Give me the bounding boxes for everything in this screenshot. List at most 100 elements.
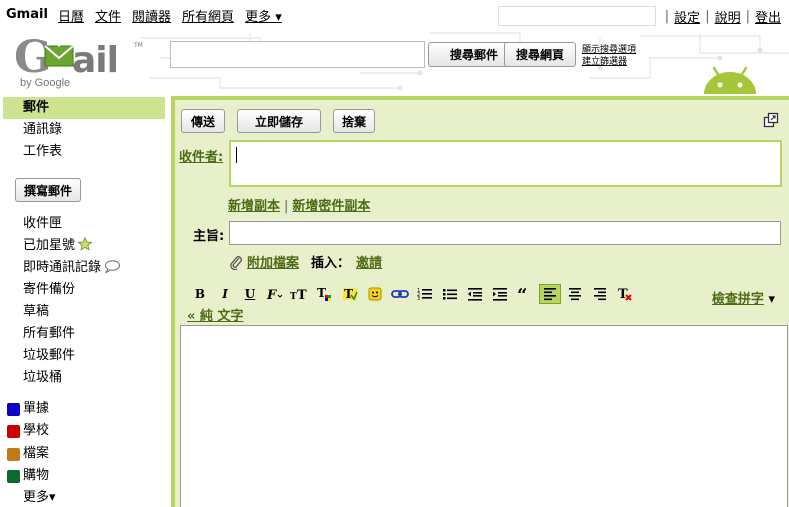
label-name: 檔案 — [23, 446, 50, 461]
blockquote-icon[interactable]: “ — [514, 284, 536, 304]
align-left-icon[interactable] — [539, 284, 561, 304]
svg-text:“: “ — [517, 287, 527, 301]
add-cc-link[interactable]: 新增副本 — [228, 199, 280, 214]
top-bar: Gmail 日曆 文件 閱讀器 所有網頁 更多 ▾ | 設定 | 說明 | 登出 — [0, 0, 789, 28]
gmail-logo[interactable]: G ail TM by Google — [14, 32, 143, 92]
gmail-brand[interactable]: Gmail — [6, 7, 48, 22]
search-web-button[interactable]: 搜尋網頁 — [504, 42, 576, 67]
android-icon — [704, 66, 756, 94]
attach-row: 附加檔案 插入： 邀請 — [229, 252, 382, 271]
text-cursor — [236, 147, 237, 163]
bold-icon[interactable]: B — [189, 284, 211, 304]
bulleted-list-icon[interactable] — [439, 284, 461, 304]
align-center-icon[interactable] — [564, 284, 586, 304]
top-right-links: | 設定 | 說明 | 登出 — [497, 6, 781, 26]
label-item-receipts[interactable]: 單據 — [3, 398, 165, 420]
spell-check-label: 檢查拼字 — [711, 292, 764, 307]
search-input[interactable] — [170, 41, 425, 68]
label-item-school[interactable]: 學校 — [3, 420, 165, 442]
top-nav-links: 日曆 文件 閱讀器 所有網頁 更多 ▾ — [58, 6, 293, 25]
remove-formatting-icon[interactable]: T — [614, 284, 636, 304]
indent-less-icon[interactable] — [464, 284, 486, 304]
header: G ail TM by Google 搜尋郵件 搜尋網頁 顯示搜尋選項 建立篩選… — [0, 28, 789, 94]
invite-link[interactable]: 邀請 — [356, 252, 382, 271]
create-filter-link[interactable]: 建立篩選器 — [582, 56, 636, 68]
sidebar-item-drafts[interactable]: 草稿 — [3, 301, 165, 323]
message-body-editor[interactable] — [180, 325, 788, 507]
sidebar-item-spam[interactable]: 垃圾郵件 — [3, 345, 165, 367]
help-link[interactable]: 說明 — [715, 7, 741, 26]
subject-label: 主旨: — [193, 229, 225, 244]
labels-more-link[interactable]: 更多▾ — [3, 487, 165, 507]
plain-text-link[interactable]: « 純 文字 — [187, 305, 243, 324]
sidebar-item-inbox[interactable]: 收件匣 — [3, 213, 165, 235]
nav-link-web[interactable]: 所有網頁 — [182, 6, 234, 25]
highlight-color-icon[interactable]: T — [339, 284, 361, 304]
envelope-icon — [44, 42, 74, 67]
nav-link-calendar[interactable]: 日曆 — [58, 6, 84, 25]
formatting-toolbar: B I U F TT T T 123 “ T — [189, 283, 639, 305]
svg-text:T: T — [317, 286, 326, 300]
paperclip-icon — [230, 255, 242, 270]
label-item-shopping[interactable]: 購物 — [3, 465, 165, 487]
nav-link-reader[interactable]: 閱讀器 — [132, 6, 171, 25]
label-name: 購物 — [23, 468, 50, 483]
label-color-swatch — [7, 425, 20, 438]
italic-icon[interactable]: I — [214, 284, 236, 304]
to-label[interactable]: 收件者: — [179, 146, 223, 165]
star-icon — [78, 237, 93, 251]
sidebar-item-all-mail[interactable]: 所有郵件 — [3, 323, 165, 345]
font-icon[interactable]: F — [264, 284, 286, 304]
sidebar-item-label: 即時通訊記錄 — [23, 260, 102, 275]
font-size-icon[interactable]: TT — [289, 284, 311, 304]
text-color-icon[interactable]: T — [314, 284, 336, 304]
underline-icon[interactable]: U — [239, 284, 261, 304]
sidebar-item-chats[interactable]: 即時通訊記錄 — [3, 257, 165, 279]
sidebar-item-contacts[interactable]: 通訊錄 — [3, 119, 165, 141]
svg-text:T: T — [290, 292, 297, 301]
send-button[interactable]: 傳送 — [181, 109, 225, 133]
label-item-files[interactable]: 檔案 — [3, 443, 165, 465]
sidebar-item-sent[interactable]: 寄件備份 — [3, 279, 165, 301]
show-search-options-link[interactable]: 顯示搜尋選項 — [582, 44, 636, 56]
align-right-icon[interactable] — [589, 284, 611, 304]
indent-more-icon[interactable] — [489, 284, 511, 304]
cc-bcc-links: 新增副本 | 新增密件副本 — [228, 199, 371, 214]
label-color-swatch — [7, 470, 20, 483]
label-name: 學校 — [23, 423, 50, 438]
sidebar-item-tasks[interactable]: 工作表 — [3, 141, 165, 163]
discard-button[interactable]: 捨棄 — [333, 109, 375, 133]
chevron-down-icon: ▾ — [768, 292, 775, 307]
attach-file-link[interactable]: 附加檔案 — [247, 252, 299, 271]
top-search-field[interactable] — [497, 6, 656, 26]
settings-link[interactable]: 設定 — [674, 7, 700, 26]
sidebar-item-trash[interactable]: 垃圾桶 — [3, 367, 165, 389]
compose-button[interactable]: 撰寫郵件 — [15, 178, 81, 202]
sidebar-item-label: 已加星號 — [23, 238, 76, 253]
emoticon-icon[interactable] — [364, 284, 386, 304]
sign-out-link[interactable]: 登出 — [755, 7, 781, 26]
search-options: 顯示搜尋選項 建立篩選器 — [582, 44, 636, 68]
nav-link-documents[interactable]: 文件 — [95, 6, 121, 25]
nav-link-more[interactable]: 更多 ▾ — [245, 6, 282, 25]
numbered-list-icon[interactable]: 123 — [414, 284, 436, 304]
save-now-button[interactable]: 立即儲存 — [237, 109, 321, 133]
popout-icon[interactable] — [763, 112, 779, 128]
label-color-swatch — [7, 448, 20, 461]
svg-text:T: T — [344, 287, 353, 301]
sidebar-item-mail[interactable]: 郵件 — [3, 97, 165, 119]
chat-bubble-icon — [105, 260, 121, 273]
subject-field[interactable] — [229, 221, 781, 245]
sidebar-item-starred[interactable]: 已加星號 — [3, 235, 165, 257]
insert-label: 插入： — [311, 256, 351, 271]
svg-text:F: F — [266, 288, 277, 301]
spell-check-menu[interactable]: 檢查拼字 ▾ — [712, 288, 775, 307]
sidebar: 郵件 通訊錄 工作表 撰寫郵件 收件匣 已加星號 即時通訊記錄 寄件備份 草稿 … — [0, 94, 170, 507]
to-field[interactable] — [229, 140, 782, 187]
label-name: 單據 — [23, 401, 50, 416]
svg-text:3: 3 — [417, 296, 420, 301]
label-color-swatch — [7, 403, 20, 416]
add-bcc-link[interactable]: 新增密件副本 — [292, 199, 370, 214]
compose-panel: 傳送 立即儲存 捨棄 收件者: 新增副本 | 新增密件副本 主旨: 附加檔案 插入：… — [171, 96, 789, 507]
link-icon[interactable] — [389, 284, 411, 304]
